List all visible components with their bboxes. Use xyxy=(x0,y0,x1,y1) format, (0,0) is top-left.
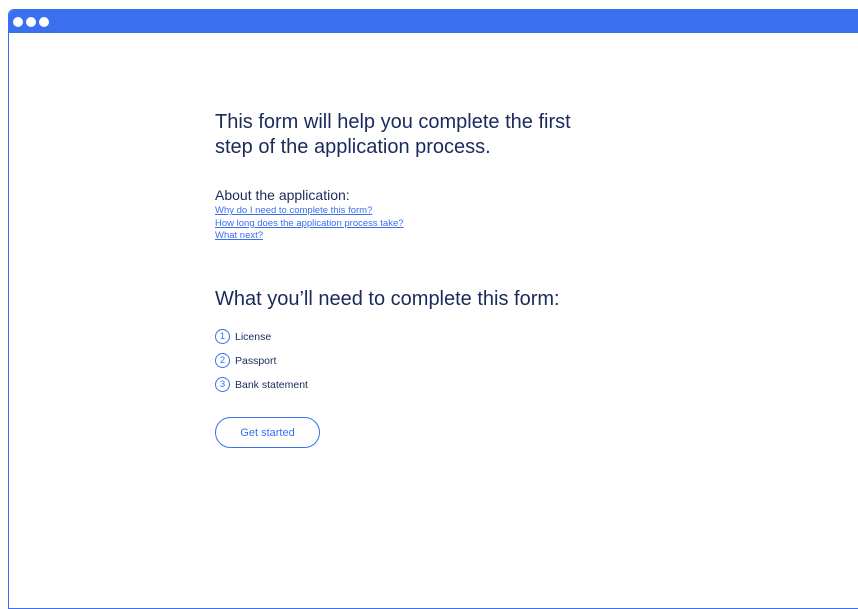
requirement-label: License xyxy=(235,330,272,343)
get-started-button[interactable]: Get started xyxy=(215,417,320,449)
link-how-long-process[interactable]: How long does the application process ta… xyxy=(215,218,404,231)
about-section-title: About the application: xyxy=(215,187,350,203)
window-dot-icon[interactable] xyxy=(39,16,49,27)
link-what-next[interactable]: What next? xyxy=(215,230,263,243)
number-3-icon: 3 xyxy=(215,377,230,393)
window-dot-icon[interactable] xyxy=(13,16,23,27)
headline-line-1: This form will help you complete the fir… xyxy=(215,111,571,133)
requirements-title: What you’ll need to complete this form: xyxy=(215,287,560,310)
requirements-list: 1 License 2 Passport 3 Bank statement xyxy=(215,328,675,393)
number-2-icon: 2 xyxy=(215,353,230,369)
requirement-item-license: 1 License xyxy=(215,328,675,345)
link-why-complete-form[interactable]: Why do I need to complete this form? xyxy=(215,205,372,218)
window-dot-icon[interactable] xyxy=(26,16,36,27)
number-1-icon: 1 xyxy=(215,329,230,345)
requirement-label: Passport xyxy=(235,354,277,367)
requirement-item-bank-statement: 3 Bank statement xyxy=(215,376,675,393)
headline-line-2: step of the application process. xyxy=(215,136,491,158)
window-titlebar xyxy=(9,10,858,33)
requirement-item-passport: 2 Passport xyxy=(215,352,675,369)
form-intro-content: This form will help you complete the fir… xyxy=(215,110,675,449)
about-links: Why do I need to complete this form? How… xyxy=(215,205,675,243)
requirement-label: Bank statement xyxy=(235,378,308,391)
page-headline: This form will help you complete the fir… xyxy=(215,110,675,160)
